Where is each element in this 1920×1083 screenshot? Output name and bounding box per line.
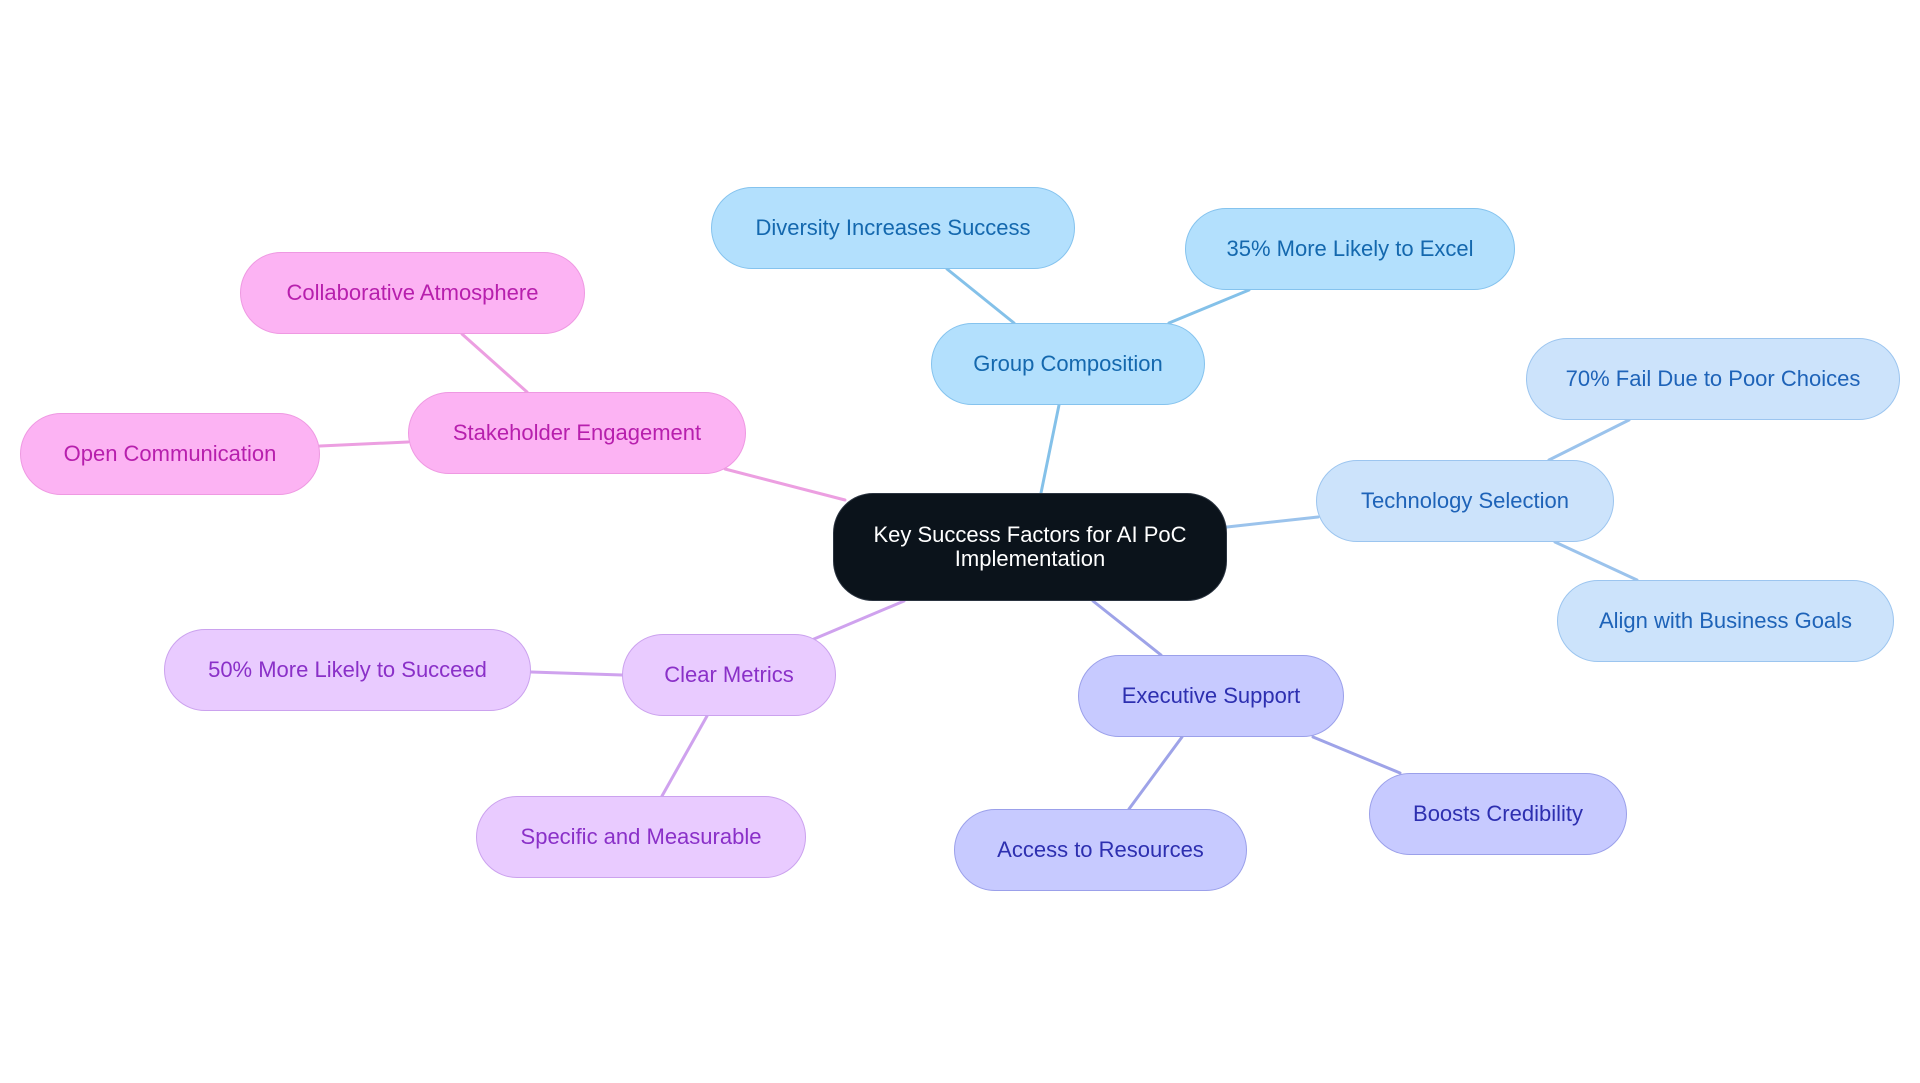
edge-root-to-group-composition: [1039, 403, 1061, 495]
node-access-to-resources[interactable]: Access to Resources: [954, 809, 1247, 891]
edge-root-to-stakeholder-engagement: [723, 467, 847, 502]
node-stakeholder-engagement[interactable]: Stakeholder Engagement: [408, 392, 746, 474]
node-label: Stakeholder Engagement: [452, 419, 702, 445]
node-technology-selection[interactable]: Technology Selection: [1316, 460, 1614, 542]
edge-clear-metrics-to-succeed: [529, 670, 624, 677]
node-specific-and-measurable[interactable]: Specific and Measurable: [476, 796, 806, 878]
edge-executive-support-to-credibility: [1311, 735, 1402, 775]
root-node-label: Key Success Factors for AI PoC Implement…: [873, 521, 1187, 571]
node-70-fail-due-to-poor-choices[interactable]: 70% Fail Due to Poor Choices: [1526, 338, 1900, 420]
node-label: Open Communication: [63, 440, 277, 466]
node-group-composition[interactable]: Group Composition: [931, 323, 1205, 405]
node-label: Diversity Increases Success: [755, 214, 1031, 240]
edge-executive-support-to-access: [1127, 735, 1184, 811]
edge-root-to-technology-selection: [1225, 515, 1320, 529]
node-clear-metrics[interactable]: Clear Metrics: [622, 634, 836, 716]
node-label: 50% More Likely to Succeed: [208, 656, 487, 682]
node-align-with-business-goals[interactable]: Align with Business Goals: [1557, 580, 1894, 662]
node-label: Access to Resources: [997, 836, 1204, 862]
node-label: Specific and Measurable: [520, 823, 762, 849]
node-collaborative-atmosphere[interactable]: Collaborative Atmosphere: [240, 252, 585, 334]
edge-root-to-clear-metrics: [812, 599, 906, 641]
node-open-communication[interactable]: Open Communication: [20, 413, 320, 495]
edge-stakeholder-engagement-to-collaborative: [460, 332, 529, 394]
edge-clear-metrics-to-specific: [660, 714, 709, 798]
node-label: 35% More Likely to Excel: [1226, 235, 1474, 261]
node-label: Boosts Credibility: [1413, 800, 1583, 826]
node-label: Collaborative Atmosphere: [286, 279, 539, 305]
node-label: Executive Support: [1121, 682, 1301, 708]
node-label: Technology Selection: [1361, 487, 1569, 513]
root-node[interactable]: Key Success Factors for AI PoC Implement…: [833, 493, 1227, 601]
edge-stakeholder-engagement-to-open-communication: [318, 440, 410, 448]
node-boosts-credibility[interactable]: Boosts Credibility: [1369, 773, 1627, 855]
node-executive-support[interactable]: Executive Support: [1078, 655, 1344, 737]
edge-technology-selection-to-align: [1553, 540, 1639, 582]
node-label: Align with Business Goals: [1598, 607, 1853, 633]
node-label: Group Composition: [973, 350, 1163, 376]
node-label: 70% Fail Due to Poor Choices: [1565, 365, 1861, 391]
node-50-more-likely-to-succeed[interactable]: 50% More Likely to Succeed: [164, 629, 531, 711]
node-diversity-increases-success[interactable]: Diversity Increases Success: [711, 187, 1075, 269]
edge-group-composition-to-excel: [1167, 288, 1251, 325]
node-35-more-likely-to-excel[interactable]: 35% More Likely to Excel: [1185, 208, 1515, 290]
edge-technology-selection-to-fail: [1547, 418, 1631, 462]
node-label: Clear Metrics: [664, 661, 794, 687]
edge-group-composition-to-diversity: [945, 267, 1016, 325]
edge-root-to-executive-support: [1091, 599, 1163, 657]
